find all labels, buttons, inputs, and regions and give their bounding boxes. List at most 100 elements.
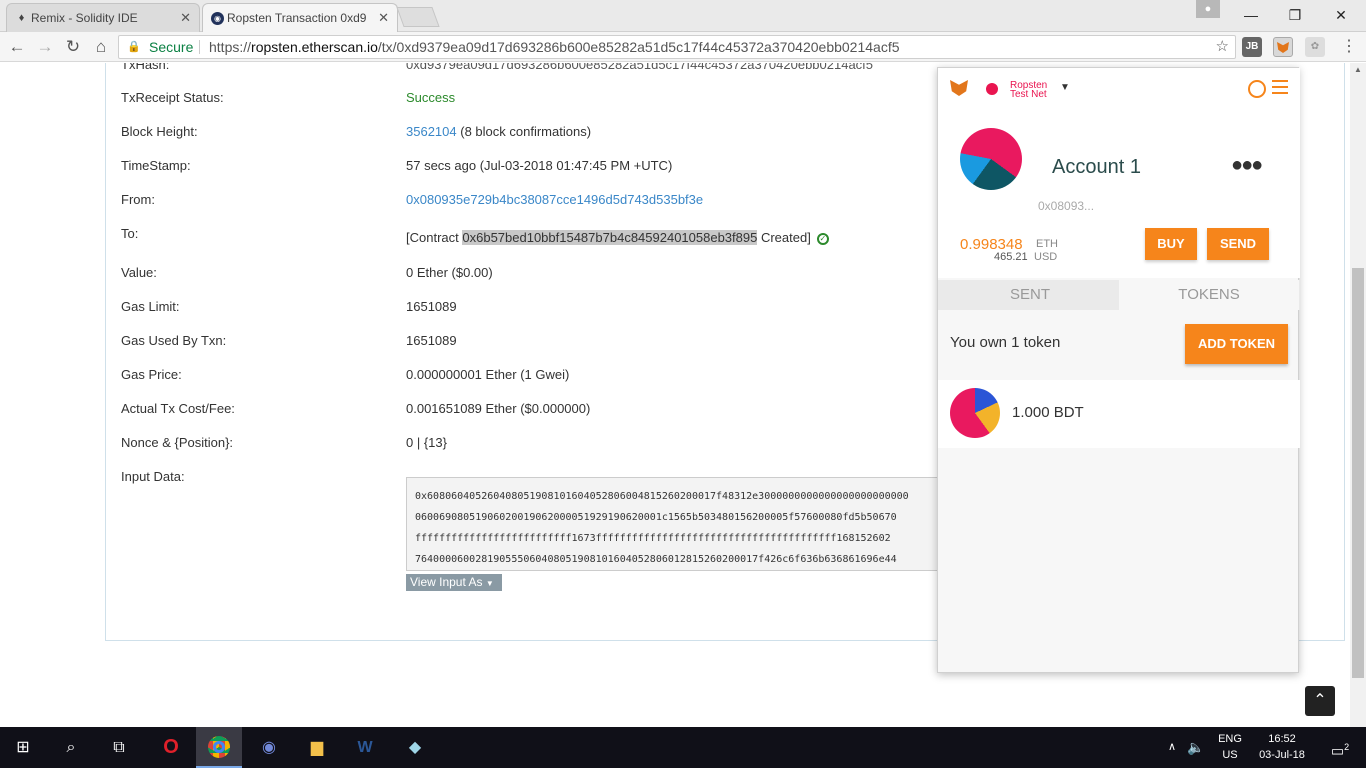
account-address[interactable]: 0x08093... xyxy=(1038,199,1094,213)
eth-unit: ETH xyxy=(1036,238,1058,250)
input-data-line: 0600690805190602001906200005192919062000… xyxy=(415,512,897,523)
close-window-icon[interactable]: ✕ xyxy=(1318,0,1364,30)
clock[interactable]: 16:52 03-Jul-18 xyxy=(1252,731,1312,763)
metamask-tabs: SENT TOKENS xyxy=(938,280,1300,310)
account-section: Account 1 ●●● 0x08093... 0.998348 ETH 46… xyxy=(938,108,1300,278)
close-tab-icon[interactable]: ✕ xyxy=(378,4,389,32)
hamburger-menu-icon[interactable] xyxy=(1272,80,1288,94)
notification-center-icon[interactable]: ▭2 xyxy=(1320,727,1360,768)
word-icon[interactable]: W xyxy=(342,727,388,768)
windows-start-icon[interactable]: ⊞ xyxy=(0,727,46,768)
file-explorer-icon[interactable]: ▆ xyxy=(294,727,340,768)
divider xyxy=(199,40,200,54)
block-height-label: Block Height: xyxy=(121,124,198,139)
metamask-fox-icon xyxy=(950,80,968,96)
view-input-as-dropdown[interactable]: View Input As ▼ xyxy=(406,574,502,591)
url-host: ropsten.etherscan.io xyxy=(251,39,378,55)
scroll-thumb[interactable] xyxy=(1352,268,1364,678)
volume-icon[interactable]: 🔈 xyxy=(1184,727,1208,768)
url-path: /tx/0xd9379ea09d17d693286b600e85282a51d5… xyxy=(377,39,900,55)
reload-icon[interactable]: ↻ xyxy=(62,36,84,58)
block-link[interactable]: 3562104 xyxy=(406,124,457,139)
metamask-extension-icon[interactable] xyxy=(1273,37,1293,57)
to-value: [Contract 0x6b57bed10bbf15487b7b4c845924… xyxy=(406,230,829,245)
search-icon[interactable]: ⌕ xyxy=(48,727,94,768)
account-switch-icon[interactable] xyxy=(1248,80,1266,98)
back-icon[interactable]: ← xyxy=(6,36,28,58)
restore-icon[interactable]: ❐ xyxy=(1272,0,1318,30)
add-token-button[interactable]: ADD TOKEN xyxy=(1185,324,1288,364)
more-options-icon[interactable]: ●●● xyxy=(1231,154,1263,177)
gas-price-value: 0.000000001 Ether (1 Gwei) xyxy=(406,367,570,382)
network-selector[interactable]: Ropsten Test Net xyxy=(1010,81,1060,100)
gas-limit-label: Gas Limit: xyxy=(121,299,180,314)
metamask-popup: Ropsten Test Net ▼ Account 1 ●●● 0x08093.… xyxy=(937,67,1300,673)
usd-unit: USD xyxy=(1034,251,1058,263)
scroll-up-icon[interactable]: ▲ xyxy=(1350,65,1366,79)
tray-expand-icon[interactable]: ∧ xyxy=(1162,727,1182,768)
view-input-label: View Input As xyxy=(410,575,483,589)
jb-extension-icon[interactable]: JB xyxy=(1242,37,1262,57)
forward-icon[interactable]: → xyxy=(34,36,56,58)
buy-button[interactable]: BUY xyxy=(1145,228,1197,260)
input-data-textarea[interactable]: 0x60806040526040805190810160405280600481… xyxy=(406,477,946,571)
network-status-dot xyxy=(986,83,998,95)
url-scheme: https:// xyxy=(209,39,252,55)
contract-prefix: [Contract xyxy=(406,230,459,245)
tab-sent[interactable]: SENT xyxy=(940,280,1120,310)
tab-remix[interactable]: ♦ Remix - Solidity IDE ✕ xyxy=(6,3,200,32)
etherscan-icon: ◉ xyxy=(211,12,224,25)
bookmark-star-icon[interactable]: ☆ xyxy=(1216,36,1229,58)
lock-icon: 🔒 xyxy=(127,41,141,53)
gas-used-value: 1651089 xyxy=(406,333,457,348)
page-scrollbar[interactable]: ▲ xyxy=(1350,63,1366,727)
windows-taskbar: ⊞ ⌕ ⧉ O ◉ ▆ W ◆ ∧ 🔈 ENG US 16:52 03-Jul-18… xyxy=(0,727,1366,768)
input-data-line: 0x60806040526040805190810160405280600481… xyxy=(415,491,909,502)
contract-address-link[interactable]: 0x6b57bed10bbf15487b7b4c84592401058eb3f8… xyxy=(462,230,758,245)
tab-title: Remix - Solidity IDE xyxy=(31,11,138,25)
to-label: To: xyxy=(121,226,139,241)
gas-price-label: Gas Price: xyxy=(121,367,182,382)
scroll-to-top-button[interactable]: ⌃ xyxy=(1305,686,1335,716)
input-data-line: ffffffffffffffffffffffffff1673ffffffffff… xyxy=(415,533,891,544)
language-indicator[interactable]: ENG US xyxy=(1214,731,1246,763)
usd-balance: 465.21 xyxy=(994,251,1028,263)
value-label: Value: xyxy=(121,265,157,280)
task-view-icon[interactable]: ⧉ xyxy=(96,727,142,768)
send-button[interactable]: SEND xyxy=(1207,228,1269,260)
address-bar[interactable]: 🔒 Secure https://ropsten.etherscan.io/tx… xyxy=(118,35,1236,59)
tab-tokens[interactable]: TOKENS xyxy=(1119,280,1299,310)
tx-fee-label: Actual Tx Cost/Fee: xyxy=(121,401,235,416)
check-circle-icon: ✓ xyxy=(816,232,829,245)
clock-date: 03-Jul-18 xyxy=(1259,749,1305,761)
timestamp-label: TimeStamp: xyxy=(121,158,191,173)
block-height-value: 3562104 (8 block confirmations) xyxy=(406,124,591,139)
from-address-link[interactable]: 0x080935e729b4bc38087cce1496d5d743d535bf… xyxy=(406,192,703,207)
minimize-icon[interactable]: — xyxy=(1228,0,1274,30)
chrome-menu-icon[interactable]: ⋮ xyxy=(1338,36,1360,58)
notification-count: 2 xyxy=(1344,742,1350,752)
close-tab-icon[interactable]: ✕ xyxy=(180,4,191,32)
status-label: TxReceipt Status: xyxy=(121,90,224,105)
input-data-line: 0081525600302080510060200100620001070201… xyxy=(415,570,937,571)
url-text[interactable]: https://ropsten.etherscan.io/tx/0xd9379e… xyxy=(209,36,900,58)
token-list-item[interactable]: 1.000 BDT xyxy=(938,380,1300,448)
extension-icon[interactable]: ✿ xyxy=(1305,37,1325,57)
language: ENG xyxy=(1218,733,1242,745)
app-icon[interactable]: ◆ xyxy=(392,727,438,768)
tab-title: Ropsten Transaction 0xd9 xyxy=(227,11,367,25)
opera-icon[interactable]: O xyxy=(148,727,194,768)
new-tab-button[interactable] xyxy=(396,7,440,27)
value-value: 0 Ether ($0.00) xyxy=(406,265,493,280)
caret-down-icon[interactable]: ▼ xyxy=(1060,82,1070,93)
secure-label: Secure xyxy=(149,39,194,55)
profile-icon[interactable]: ● xyxy=(1196,0,1220,18)
discord-icon[interactable]: ◉ xyxy=(246,727,292,768)
home-icon[interactable]: ⌂ xyxy=(90,36,112,58)
tab-etherscan[interactable]: ◉ Ropsten Transaction 0xd9 ✕ xyxy=(202,3,398,32)
txhash-label: TxHash: xyxy=(121,63,170,72)
chrome-icon[interactable] xyxy=(196,727,242,768)
from-label: From: xyxy=(121,192,155,207)
status-value: Success xyxy=(406,90,456,105)
input-data-line: 7640000600281905550604080519081016040528… xyxy=(415,554,897,565)
